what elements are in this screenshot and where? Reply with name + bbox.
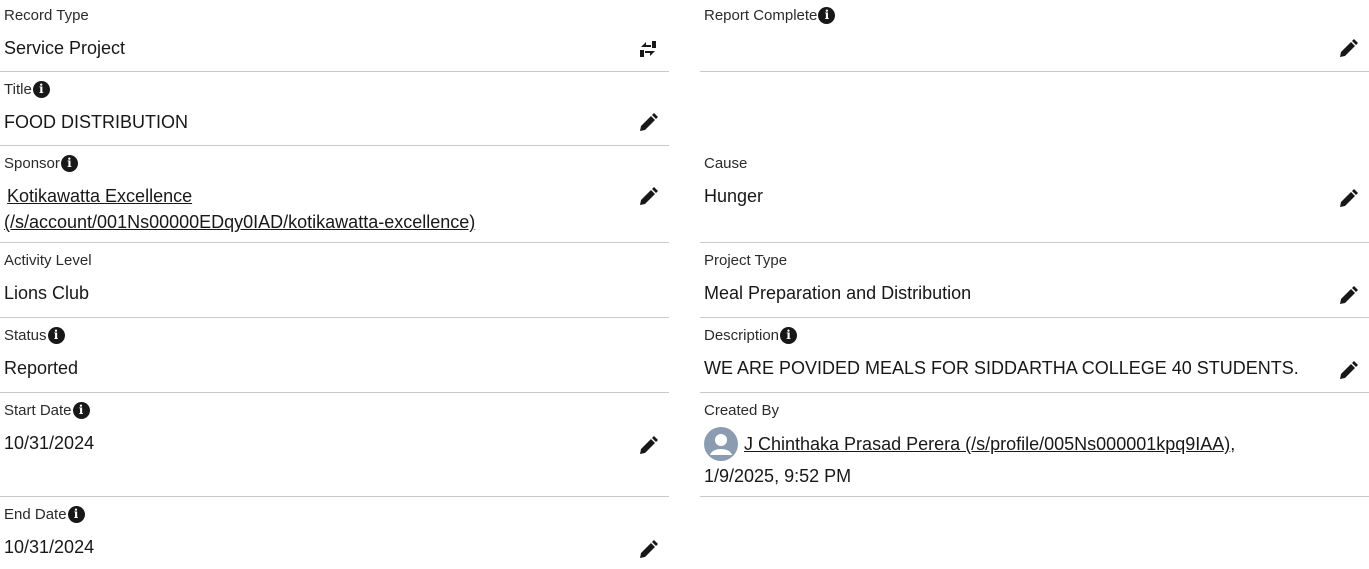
edit-title-button[interactable] (637, 112, 659, 134)
pencil-icon (640, 187, 658, 205)
pencil-icon (640, 113, 658, 131)
pencil-icon (1340, 39, 1358, 57)
end-date-field: End Date i 10/31/2024 (0, 499, 669, 569)
change-record-type-button[interactable] (637, 38, 659, 60)
cause-value: Hunger (704, 186, 764, 206)
project-type-value: Meal Preparation and Distribution (704, 283, 972, 303)
record-type-field: Record Type Service Project (0, 0, 669, 72)
activity-level-label: Activity Level (4, 251, 92, 269)
info-icon[interactable]: i (818, 6, 836, 24)
info-icon[interactable]: i (32, 80, 50, 98)
created-by-date: 1/9/2025, 9:52 PM (704, 466, 852, 486)
edit-sponsor-button[interactable] (637, 186, 659, 208)
start-date-label: Start Date i (4, 401, 90, 419)
pencil-icon (1340, 361, 1358, 379)
info-icon[interactable]: i (60, 154, 78, 172)
project-type-field: Project Type Meal Preparation and Distri… (700, 245, 1369, 318)
created-by-user-link[interactable]: J Chinthaka Prasad Perera (/s/profile/00… (744, 431, 1230, 457)
sponsor-label: Sponsor i (4, 154, 78, 172)
title-label: Title i (4, 80, 50, 98)
activity-level-field: Activity Level Lions Club (0, 245, 669, 318)
description-label: Description i (704, 326, 798, 344)
edit-cause-button[interactable] (1337, 188, 1359, 210)
created-by-value: J Chinthaka Prasad Perera (/s/profile/00… (704, 427, 1235, 489)
status-value: Reported (4, 358, 79, 378)
status-field: Status i Reported (0, 320, 669, 393)
created-by-label: Created By (704, 401, 780, 419)
edit-end-date-button[interactable] (637, 539, 659, 561)
end-date-label: End Date i (4, 505, 85, 523)
user-avatar-icon[interactable] (704, 427, 738, 461)
created-by-field: Created By J Chinthaka Prasad Perera (/s… (700, 395, 1369, 497)
edit-description-button[interactable] (1337, 360, 1359, 382)
title-field: Title i FOOD DISTRIBUTION (0, 74, 669, 146)
info-icon[interactable]: i (47, 326, 65, 344)
start-date-field: Start Date i 10/31/2024 (0, 395, 669, 497)
sponsor-field: Sponsor i Kotikawatta Excellence (/s/acco… (0, 148, 669, 243)
change-record-type-icon (640, 41, 656, 57)
status-label: Status i (4, 326, 65, 344)
edit-start-date-button[interactable] (637, 435, 659, 457)
created-by-separator: , (1230, 434, 1236, 454)
pencil-icon (640, 540, 658, 558)
cause-label: Cause (704, 154, 748, 172)
info-icon[interactable]: i (67, 505, 85, 523)
report-complete-label: Report Complete i (704, 6, 836, 24)
info-icon[interactable]: i (780, 326, 798, 344)
sponsor-url-link[interactable]: (/s/account/001Ns00000EDqy0IAD/kotikawat… (4, 212, 475, 232)
start-date-value: 10/31/2024 (4, 433, 95, 453)
info-icon[interactable]: i (72, 401, 90, 419)
record-type-label: Record Type (4, 6, 89, 24)
report-complete-field: Report Complete i (700, 0, 1369, 72)
project-type-label: Project Type (704, 251, 788, 269)
end-date-value: 10/31/2024 (4, 537, 95, 557)
title-value: FOOD DISTRIBUTION (4, 112, 188, 132)
sponsor-value: Kotikawatta Excellence (/s/account/001Ns… (4, 183, 475, 235)
sponsor-link[interactable]: Kotikawatta Excellence (7, 186, 192, 206)
pencil-icon (1340, 189, 1358, 207)
pencil-icon (1340, 286, 1358, 304)
pencil-icon (640, 436, 658, 454)
cause-field: Cause Hunger (700, 148, 1369, 243)
edit-report-complete-button[interactable] (1337, 38, 1359, 60)
record-type-value: Service Project (4, 38, 126, 58)
description-value: WE ARE POVIDED MEALS FOR SIDDARTHA COLLE… (704, 358, 1299, 378)
activity-level-value: Lions Club (4, 283, 90, 303)
description-field: Description i WE ARE POVIDED MEALS FOR SI… (700, 320, 1369, 393)
edit-project-type-button[interactable] (1337, 285, 1359, 307)
